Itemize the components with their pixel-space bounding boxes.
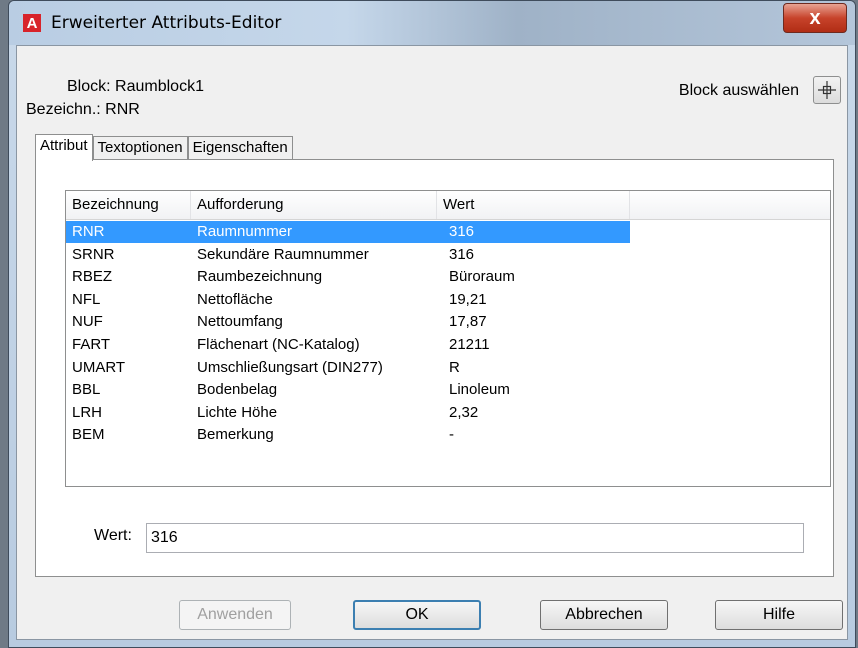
row-value: 17,87 [449,313,487,331]
table-row[interactable]: LRH Lichte Höhe 2,32 [66,402,830,425]
table-row[interactable]: FART Flächenart (NC-Katalog) 21211 [66,334,830,357]
row-tag: NFL [72,290,101,308]
table-row[interactable]: UMART Umschließungsart (DIN277) R [66,357,830,380]
selection-highlight [66,221,630,243]
row-prompt: Bemerkung [197,426,274,444]
row-value: 19,21 [449,290,487,308]
attribute-tab-panel: Bezeichnung Aufforderung Wert RNR Raumnu… [35,159,834,577]
tag-label: Bezeichn.: RNR [26,101,140,118]
title-bar[interactable]: A Erweiterter Attributs-Editor x [9,1,855,45]
ok-button[interactable]: OK [353,600,481,630]
row-value: Büroraum [449,268,515,286]
tab-attribut[interactable]: Attribut [35,134,93,161]
row-tag: FART [72,335,111,353]
column-header-prompt[interactable]: Aufforderung [191,191,437,219]
close-button[interactable]: x [783,3,847,33]
row-value: R [449,358,460,376]
row-tag: UMART [72,358,126,376]
crosshair-pick-icon [818,81,836,99]
value-field-label: Wert: [94,527,132,544]
row-prompt: Nettofläche [197,290,273,308]
block-name-label: Block: Raumblock1 [67,78,204,95]
table-row[interactable]: NUF Nettoumfang 17,87 [66,311,830,334]
cancel-button[interactable]: Abbrechen [540,600,668,630]
value-input[interactable] [146,523,804,553]
table-row[interactable]: RBEZ Raumbezeichnung Büroraum [66,266,830,289]
window-title: Erweiterter Attributs-Editor [51,13,282,33]
close-icon: x [809,6,821,29]
row-prompt: Raumbezeichnung [197,268,323,286]
list-header: Bezeichnung Aufforderung Wert [66,191,830,220]
dialog-client-area: Block: Raumblock1 Bezeichn.: RNR Block a… [16,45,848,640]
block-select-button[interactable] [813,76,841,104]
row-tag: NUF [72,313,103,331]
column-header-tag[interactable]: Bezeichnung [66,191,191,219]
attribute-list[interactable]: Bezeichnung Aufforderung Wert RNR Raumnu… [65,190,831,487]
table-row[interactable]: NFL Nettofläche 19,21 [66,289,830,312]
tab-textoptionen[interactable]: Textoptionen [92,136,188,159]
column-header-value[interactable]: Wert [437,191,630,219]
row-prompt: Raumnummer [197,223,293,240]
tab-strip: Attribut Textoptionen Eigenschaften [35,134,293,161]
row-tag: BBL [72,381,101,399]
table-row[interactable]: RNR Raumnummer 316 [66,221,830,244]
row-value: 2,32 [449,403,479,421]
attribute-editor-window: A Erweiterter Attributs-Editor x Block: … [8,0,856,648]
row-prompt: Bodenbelag [197,381,278,399]
autocad-app-icon: A [23,14,41,32]
row-value: Linoleum [449,381,510,399]
tag-value: RNR [105,101,140,118]
tab-eigenschaften[interactable]: Eigenschaften [187,136,293,159]
row-value: 316 [449,245,475,263]
row-prompt: Umschließungsart (DIN277) [197,358,383,376]
row-value: 316 [449,223,475,240]
attribute-rows: RNR Raumnummer 316 SRNR Sekundäre Raumnu… [66,221,830,447]
row-prompt: Sekundäre Raumnummer [197,245,369,263]
row-value: 21211 [449,335,490,353]
row-tag: BEM [72,426,105,444]
block-name-value: Raumblock1 [115,78,204,95]
row-tag: SRNR [72,245,115,263]
help-button[interactable]: Hilfe [715,600,843,630]
block-select-label[interactable]: Block auswählen [679,82,799,100]
table-row[interactable]: SRNR Sekundäre Raumnummer 316 [66,244,830,267]
table-row[interactable]: BBL Bodenbelag Linoleum [66,379,830,402]
row-prompt: Lichte Höhe [197,403,278,421]
apply-button[interactable]: Anwenden [179,600,291,630]
row-prompt: Nettoumfang [197,313,283,331]
row-value: - [449,426,454,444]
row-tag: RNR [72,223,105,240]
row-prompt: Flächenart (NC-Katalog) [197,335,360,353]
table-row[interactable]: BEM Bemerkung - [66,424,830,447]
row-tag: LRH [72,403,103,421]
row-tag: RBEZ [72,268,113,286]
